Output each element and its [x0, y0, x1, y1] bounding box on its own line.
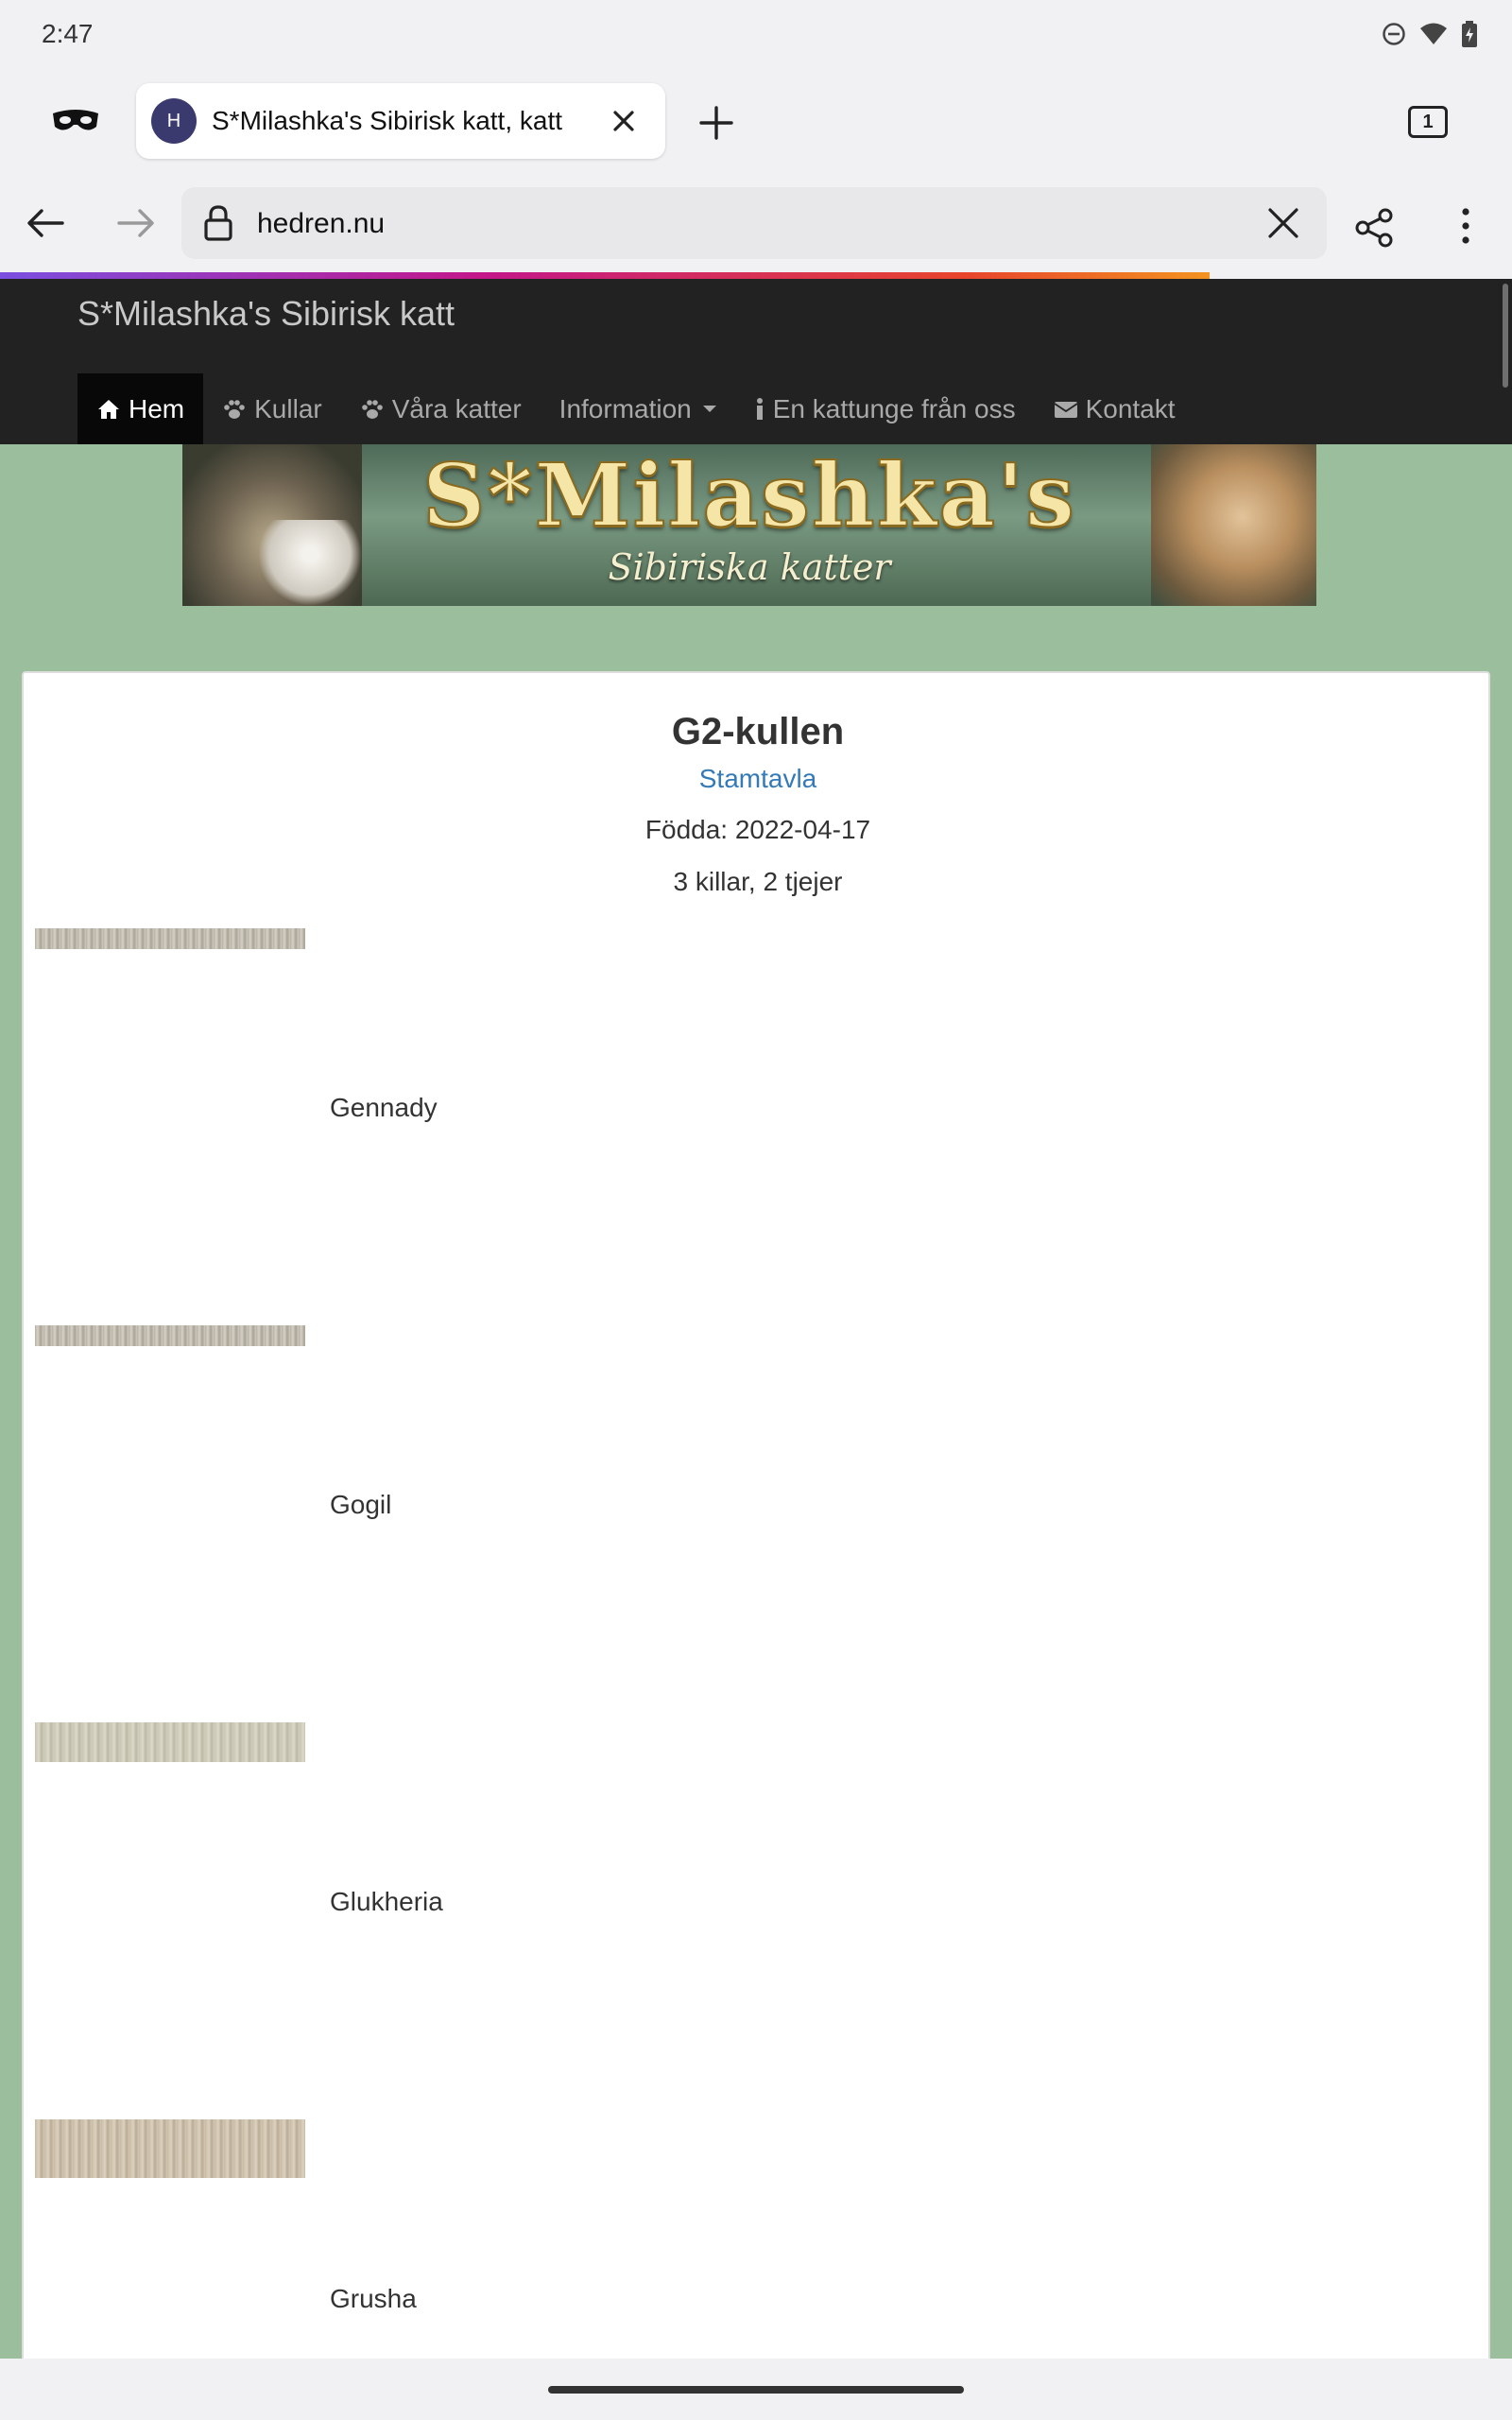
nav-item-label: Kullar	[254, 393, 322, 424]
address-bar[interactable]: hedren.nu	[181, 187, 1327, 259]
nav-item-label: Hem	[129, 393, 185, 424]
paw-icon	[360, 397, 385, 422]
tab-strip: H S*Milashka's Sibirisk katt, katt 1	[0, 68, 1512, 174]
info-icon	[754, 397, 765, 422]
more-menu-icon[interactable]	[1452, 204, 1480, 248]
nav-item-kullar[interactable]: Kullar	[203, 373, 341, 444]
clear-url-icon[interactable]	[1264, 204, 1302, 242]
tab-count-button[interactable]: 1	[1408, 106, 1448, 138]
kitten-name: Grusha	[330, 2284, 417, 2313]
kitten-photo[interactable]	[35, 1325, 305, 1346]
kitten-item: Gogil	[35, 1325, 1481, 1722]
kitten-name: Gogil	[330, 1490, 392, 1519]
site-banner: S*Milashka's Sibiriska katter	[182, 444, 1316, 606]
do-not-disturb-icon	[1382, 22, 1406, 51]
nav-item-vara-katter[interactable]: Våra katter	[341, 373, 541, 444]
status-time: 2:47	[42, 19, 94, 48]
browser-toolbar: hedren.nu	[0, 174, 1512, 272]
lock-icon[interactable]	[202, 204, 234, 242]
tab-active[interactable]: H S*Milashka's Sibirisk katt, katt	[136, 83, 665, 159]
page-load-progress-bar	[0, 272, 1210, 279]
kitten-name: Glukheria	[330, 1887, 443, 1916]
kitten-photo[interactable]	[35, 2119, 305, 2178]
url-text[interactable]: hedren.nu	[257, 208, 385, 240]
litter-content-panel: G2-kullen Stamtavla Födda: 2022-04-17 3 …	[22, 671, 1490, 2359]
close-tab-icon[interactable]	[607, 104, 641, 138]
kitten-photo[interactable]	[35, 928, 305, 949]
page-scrollbar[interactable]	[1503, 284, 1508, 388]
nav-item-label: Kontakt	[1085, 393, 1176, 424]
envelope-icon	[1054, 397, 1078, 422]
site-nav: Hem Kullar Våra katter Information En ka…	[77, 373, 1194, 444]
share-icon[interactable]	[1353, 206, 1397, 250]
nav-item-label: Information	[558, 393, 692, 424]
kitten-photo[interactable]	[35, 1722, 305, 1762]
banner-cat-photo-right	[1151, 444, 1316, 606]
private-mode-icon[interactable]	[49, 102, 102, 140]
banner-logo-text: S*Milashka's	[421, 444, 1076, 547]
nav-item-label: Våra katter	[391, 393, 522, 424]
banner-cat-photo-left	[182, 444, 362, 606]
kitten-item: Gennady	[35, 928, 1481, 1325]
gesture-bar	[0, 2360, 1512, 2420]
paw-icon	[222, 397, 247, 422]
pedigree-link[interactable]: Stamtavla	[24, 764, 1492, 794]
home-gesture-handle[interactable]	[548, 2386, 964, 2394]
site-navbar: S*Milashka's Sibirisk katt Hem Kullar Vå…	[0, 279, 1512, 444]
kitten-item: Grusha	[35, 2119, 1481, 2359]
home-icon	[96, 397, 121, 422]
nav-item-kontakt[interactable]: Kontakt	[1035, 373, 1194, 444]
back-arrow-icon[interactable]	[23, 202, 68, 244]
web-page: S*Milashka's Sibirisk katt Hem Kullar Vå…	[0, 279, 1512, 2359]
wifi-icon	[1419, 22, 1448, 51]
site-brand-link[interactable]: S*Milashka's Sibirisk katt	[77, 294, 455, 334]
new-tab-icon[interactable]	[696, 102, 737, 144]
status-icons	[1382, 21, 1478, 52]
tab-title: S*Milashka's Sibirisk katt, katt	[212, 106, 563, 135]
birth-date: Födda: 2022-04-17	[644, 815, 871, 844]
page-title: G2-kullen	[671, 711, 845, 752]
caret-down-icon	[702, 406, 716, 412]
banner-subtitle: Sibiriska katter	[608, 546, 891, 588]
status-bar: 2:47	[0, 0, 1512, 68]
nav-item-hem[interactable]: Hem	[77, 373, 204, 444]
tab-favicon: H	[151, 98, 197, 144]
forward-arrow-icon[interactable]	[113, 202, 159, 244]
nav-item-label: En kattunge från oss	[772, 393, 1016, 424]
nav-item-en-kattunge[interactable]: En kattunge från oss	[735, 373, 1035, 444]
kitten-item: Glukheria	[35, 1722, 1481, 2119]
battery-charging-icon	[1461, 21, 1478, 52]
nav-item-information[interactable]: Information	[541, 373, 735, 444]
kitten-name: Gennady	[330, 1093, 438, 1122]
kitten-count: 3 killar, 2 tjejer	[673, 867, 843, 896]
